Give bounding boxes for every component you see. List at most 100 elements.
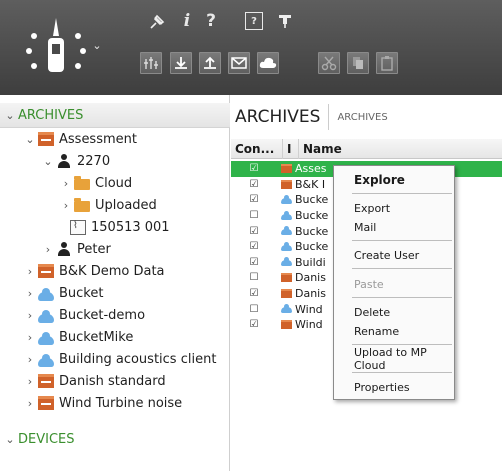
connected-checkbox[interactable]: ☐: [231, 272, 277, 283]
tree-item-label: Uploaded: [95, 197, 157, 213]
chevron-right-icon[interactable]: ›: [60, 199, 72, 212]
column-header-icon[interactable]: I: [283, 138, 299, 159]
tree-item[interactable]: › Bucket: [24, 282, 103, 304]
help-icon[interactable]: ?: [203, 10, 219, 32]
row-name: Asses: [295, 162, 327, 176]
chevron-right-icon[interactable]: ›: [24, 375, 36, 388]
connected-checkbox[interactable]: ☑: [231, 319, 277, 330]
tree-item[interactable]: › B&K Demo Data: [24, 260, 165, 282]
tree-item[interactable]: ⌄ 2270: [42, 150, 110, 172]
cloud-icon: [38, 309, 54, 323]
archives-section-header[interactable]: ⌄ ARCHIVES: [0, 103, 230, 128]
menu-item-upload-to-mp-cloud[interactable]: Upload to MP Cloud: [334, 346, 454, 372]
chevron-right-icon[interactable]: ›: [24, 397, 36, 410]
info-icon[interactable]: i: [179, 10, 195, 32]
archive-icon: [281, 164, 292, 174]
tree-item-label: Bucket-demo: [59, 307, 146, 323]
archive-icon: [281, 273, 292, 283]
tree-item[interactable]: ⌄ Assessment: [24, 128, 137, 150]
cloud-icon: [281, 226, 292, 236]
row-name: Danis: [295, 287, 326, 301]
download-icon[interactable]: [170, 52, 192, 74]
menu-item-paste[interactable]: Paste: [334, 274, 454, 294]
chevron-down-icon[interactable]: ⌄: [24, 133, 36, 146]
connected-checkbox[interactable]: ☑: [231, 288, 277, 299]
tab-archives[interactable]: ARCHIVES: [328, 104, 388, 130]
cloud-icon: [38, 331, 54, 345]
row-name: Bucke: [295, 224, 329, 238]
tree-item[interactable]: › Danish standard: [24, 370, 166, 392]
menu-item-explore[interactable]: Explore: [334, 170, 454, 190]
cloud-icon: [38, 353, 54, 367]
chevron-right-icon[interactable]: ›: [24, 309, 36, 322]
cloud-icon: [281, 257, 292, 267]
connected-checkbox[interactable]: ☑: [231, 163, 277, 174]
chevron-right-icon[interactable]: ›: [60, 177, 72, 190]
tree-item-label: Wind Turbine noise: [59, 395, 183, 411]
page-title: ARCHIVES: [235, 107, 321, 127]
pin-window-icon[interactable]: [276, 12, 294, 30]
row-name: Bucke: [295, 193, 329, 207]
devices-section-label: DEVICES: [18, 432, 75, 447]
chevron-right-icon[interactable]: ›: [42, 243, 54, 256]
tree-item[interactable]: › BucketMike: [24, 326, 133, 348]
archive-icon: [38, 132, 54, 146]
connected-checkbox[interactable]: ☑: [231, 226, 277, 237]
archive-icon: [38, 396, 54, 410]
menu-item-create-user[interactable]: Create User: [334, 245, 454, 265]
connected-checkbox[interactable]: ☑: [231, 179, 277, 190]
chevron-down-icon[interactable]: ⌄: [42, 155, 54, 168]
chevron-right-icon[interactable]: ›: [24, 331, 36, 344]
menu-item-mail[interactable]: Mail: [334, 217, 454, 237]
connected-checkbox[interactable]: ☑: [231, 241, 277, 252]
paste-icon[interactable]: [376, 52, 398, 74]
column-header-name[interactable]: Name: [299, 139, 502, 159]
row-name: Bucke: [295, 240, 329, 254]
row-name: Wind: [295, 318, 323, 332]
menu-item-delete[interactable]: Delete: [334, 302, 454, 322]
connected-checkbox[interactable]: ☐: [231, 304, 277, 315]
tree-item-label: 2270: [77, 153, 111, 169]
cut-icon[interactable]: [318, 52, 340, 74]
tree-item[interactable]: › Bucket-demo: [24, 304, 145, 326]
navigation-panel: ⌄ ARCHIVES ⌄ Assessment ⌄ 2270 › Cloud › Upload…: [0, 95, 230, 471]
upload-icon[interactable]: [199, 52, 221, 74]
row-name: B&K I: [295, 177, 326, 191]
archive-icon: [281, 289, 292, 299]
tree-item-label: Building acoustics client: [59, 351, 217, 367]
tree-item[interactable]: › Uploaded: [60, 194, 157, 216]
menu-item-rename[interactable]: Rename: [334, 321, 454, 341]
cloud-icon: [281, 241, 292, 251]
user-icon: [56, 154, 72, 168]
connected-checkbox[interactable]: ☑: [231, 194, 277, 205]
cloud-icon[interactable]: [257, 52, 279, 74]
chevron-right-icon[interactable]: ›: [24, 353, 36, 366]
menu-item-properties[interactable]: Properties: [334, 377, 454, 397]
chevron-right-icon[interactable]: ›: [24, 287, 36, 300]
cloud-icon: [38, 287, 54, 301]
folder-icon: [74, 197, 90, 212]
context-menu: Explore Export Mail Create User Paste De…: [333, 165, 455, 400]
pin-icon[interactable]: [147, 12, 167, 32]
grid-header: Con... I Name: [231, 138, 502, 159]
column-header-connected[interactable]: Con...: [231, 138, 283, 159]
window-help-icon[interactable]: ?: [245, 12, 263, 30]
connected-checkbox[interactable]: ☐: [231, 210, 277, 221]
tree-item[interactable]: › Building acoustics client: [24, 348, 216, 370]
connected-checkbox[interactable]: ☑: [231, 257, 277, 268]
tree-item-label: BucketMike: [59, 329, 134, 345]
menu-item-export[interactable]: Export: [334, 198, 454, 218]
chevron-down-icon[interactable]: ⌄: [90, 38, 104, 52]
tree-item[interactable]: › Peter: [42, 238, 111, 260]
devices-section-header[interactable]: ⌄ DEVICES: [0, 427, 230, 452]
menu-separator: [352, 240, 452, 241]
tree-item[interactable]: › Wind Turbine noise: [24, 392, 182, 414]
chevron-right-icon[interactable]: ›: [24, 265, 36, 278]
scale-icon[interactable]: [140, 52, 162, 74]
mail-icon[interactable]: [228, 52, 250, 74]
archive-icon: [38, 264, 54, 278]
tree-item-label: B&K Demo Data: [59, 263, 165, 279]
tree-item[interactable]: 150513 001: [70, 216, 170, 238]
tree-item[interactable]: › Cloud: [60, 172, 132, 194]
copy-icon[interactable]: [347, 52, 369, 74]
